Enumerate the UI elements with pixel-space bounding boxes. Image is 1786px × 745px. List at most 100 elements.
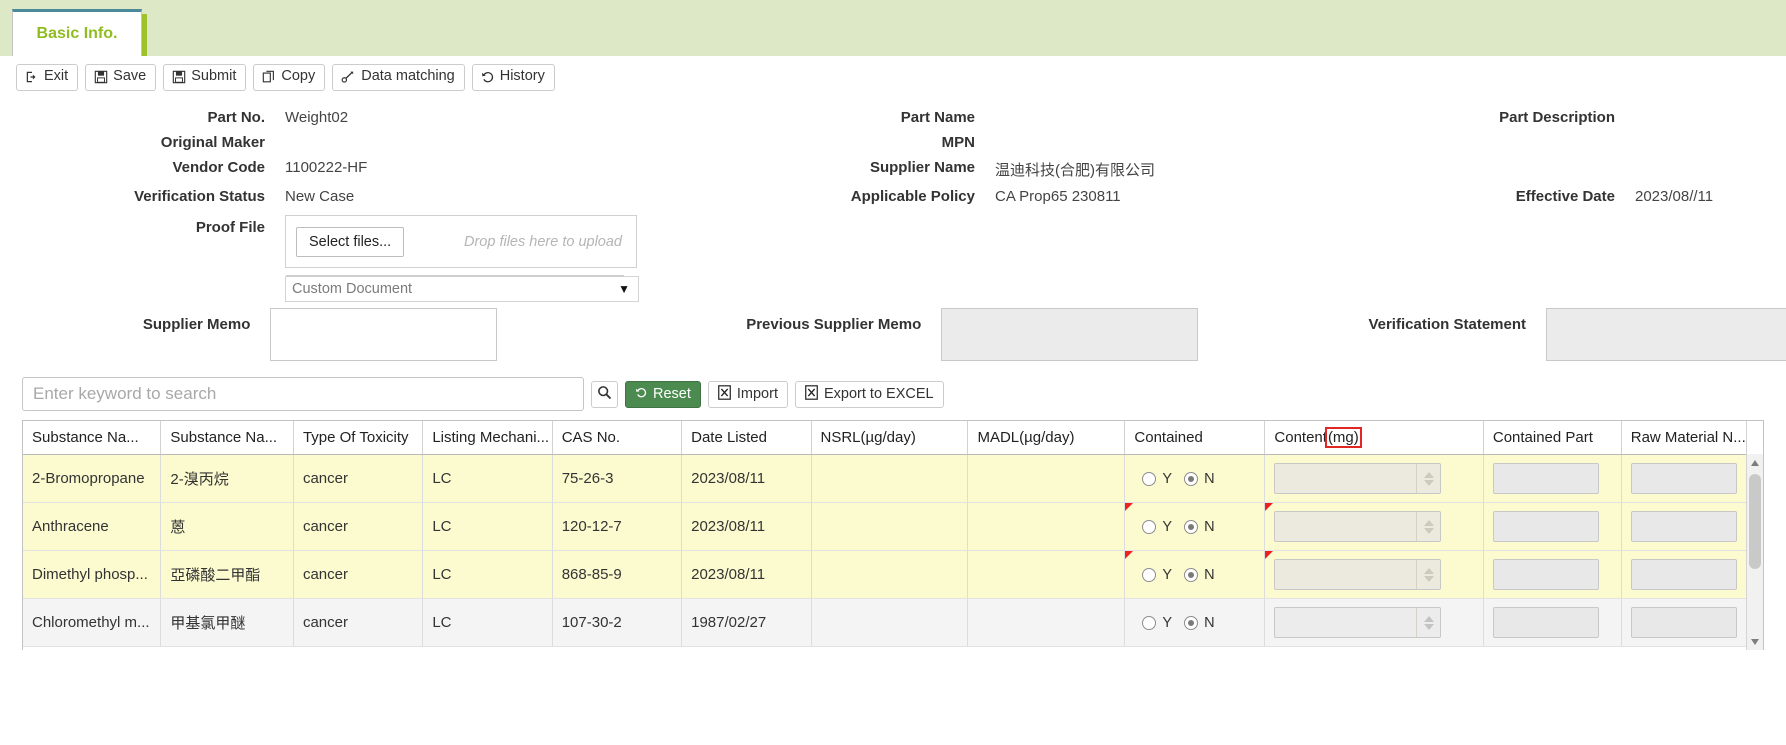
- cell-content[interactable]: [1264, 550, 1484, 599]
- content-stepper[interactable]: [1274, 607, 1442, 638]
- contained-radio-group[interactable]: Y N: [1134, 567, 1263, 583]
- import-button[interactable]: Import: [707, 380, 788, 408]
- col-substance-name-en[interactable]: Substance Na...: [23, 421, 162, 455]
- stepper-up-icon[interactable]: [1423, 615, 1434, 622]
- content-stepper[interactable]: [1274, 559, 1442, 590]
- col-contained-part[interactable]: Contained Part: [1483, 421, 1622, 455]
- search-button[interactable]: [591, 380, 618, 408]
- col-nsrl[interactable]: NSRL(µg/day): [811, 421, 969, 455]
- content-stepper[interactable]: [1274, 511, 1442, 542]
- cell-substance-cn: 亞磷酸二甲酯: [160, 550, 294, 599]
- contained-radio-group[interactable]: Y N: [1134, 615, 1263, 631]
- scrollbar-thumb[interactable]: [1749, 474, 1761, 569]
- contained-part-input[interactable]: [1492, 463, 1599, 494]
- submit-button[interactable]: Submit: [163, 64, 247, 91]
- content-input[interactable]: [1275, 512, 1416, 541]
- content-stepper-arrows[interactable]: [1416, 560, 1440, 589]
- table-row[interactable]: Anthracene 蒽 cancer LC 120-12-7 2023/08/…: [23, 502, 1763, 551]
- stepper-up-icon[interactable]: [1423, 519, 1434, 526]
- cell-nsrl: [811, 502, 969, 551]
- chevron-up-icon: [1751, 459, 1759, 466]
- content-stepper[interactable]: [1274, 463, 1442, 494]
- col-substance-name-cn[interactable]: Substance Na...: [160, 421, 294, 455]
- supplier-memo-input[interactable]: [270, 308, 498, 361]
- content-input[interactable]: [1275, 560, 1416, 589]
- col-listing-mechanism[interactable]: Listing Mechani...: [422, 421, 553, 455]
- cell-contained-part[interactable]: [1483, 550, 1622, 599]
- exit-button[interactable]: Exit: [16, 64, 79, 91]
- tab-basic-info[interactable]: Basic Info.: [12, 9, 142, 56]
- history-button[interactable]: History: [471, 64, 555, 91]
- cell-raw-material[interactable]: [1621, 454, 1747, 503]
- col-type-of-toxicity[interactable]: Type Of Toxicity: [293, 421, 424, 455]
- cell-contained-part[interactable]: [1483, 502, 1622, 551]
- tab-basic-info-label: Basic Info.: [36, 25, 118, 42]
- stepper-down-icon[interactable]: [1423, 575, 1434, 582]
- cell-raw-material[interactable]: [1621, 550, 1747, 599]
- raw-material-input[interactable]: [1630, 463, 1737, 494]
- stepper-up-icon[interactable]: [1423, 471, 1434, 478]
- cell-raw-material[interactable]: [1621, 598, 1747, 647]
- file-dropzone[interactable]: Select files... Drop files here to uploa…: [285, 215, 637, 268]
- cell-content[interactable]: [1264, 598, 1484, 647]
- contained-radio-yes[interactable]: [1142, 567, 1157, 582]
- col-date-listed[interactable]: Date Listed: [681, 421, 812, 455]
- supplier-memo-label: Supplier Memo: [142, 316, 251, 333]
- copy-button[interactable]: Copy: [253, 64, 326, 91]
- content-input[interactable]: [1275, 608, 1416, 637]
- raw-material-input[interactable]: [1630, 559, 1737, 590]
- col-contained[interactable]: Contained: [1124, 421, 1266, 455]
- document-type-select[interactable]: Custom Document ▼: [285, 275, 639, 302]
- contained-radio-yes[interactable]: [1142, 519, 1157, 534]
- contained-radio-yes[interactable]: [1142, 615, 1157, 630]
- stepper-down-icon[interactable]: [1423, 527, 1434, 534]
- contained-radio-group[interactable]: Y N: [1134, 471, 1263, 487]
- scroll-up-button[interactable]: [1747, 454, 1763, 471]
- save-button[interactable]: Save: [85, 64, 157, 91]
- stepper-down-icon[interactable]: [1423, 623, 1434, 630]
- contained-radio-group[interactable]: Y N: [1134, 519, 1263, 535]
- content-unit-highlight: (mg): [1324, 427, 1362, 448]
- contained-part-input[interactable]: [1492, 559, 1599, 590]
- reset-button[interactable]: Reset: [625, 380, 701, 408]
- content-stepper-arrows[interactable]: [1416, 512, 1440, 541]
- cell-contained[interactable]: Y N: [1124, 598, 1266, 647]
- contained-radio-no[interactable]: [1184, 471, 1199, 486]
- cell-contained-part[interactable]: [1483, 598, 1622, 647]
- cell-contained[interactable]: Y N: [1124, 502, 1266, 551]
- col-raw-material-name[interactable]: Raw Material N...: [1621, 421, 1747, 455]
- cell-contained-part[interactable]: [1483, 454, 1622, 503]
- contained-radio-yes[interactable]: [1142, 471, 1157, 486]
- export-excel-button[interactable]: Export to EXCEL: [794, 380, 944, 408]
- cell-contained[interactable]: Y N: [1124, 550, 1266, 599]
- contained-radio-no[interactable]: [1184, 615, 1199, 630]
- raw-material-input[interactable]: [1630, 511, 1737, 542]
- table-row[interactable]: Chloromethyl m... 甲基氯甲醚 cancer LC 107-30…: [23, 598, 1763, 647]
- col-madl[interactable]: MADL(µg/day): [967, 421, 1126, 455]
- cell-contained[interactable]: Y N: [1124, 454, 1266, 503]
- save-label: Save: [113, 68, 147, 85]
- stepper-up-icon[interactable]: [1423, 567, 1434, 574]
- raw-material-input[interactable]: [1630, 607, 1737, 638]
- data-matching-button[interactable]: Data matching: [332, 64, 465, 91]
- contained-radio-no[interactable]: [1184, 519, 1199, 534]
- content-stepper-arrows[interactable]: [1416, 464, 1440, 493]
- cell-content[interactable]: [1264, 454, 1484, 503]
- content-input[interactable]: [1275, 464, 1416, 493]
- table-row[interactable]: Dimethyl phosp... 亞磷酸二甲酯 cancer LC 868-8…: [23, 550, 1763, 599]
- col-content[interactable]: Content(mg): [1264, 421, 1484, 455]
- contained-part-input[interactable]: [1492, 607, 1599, 638]
- cell-raw-material[interactable]: [1621, 502, 1747, 551]
- select-files-button[interactable]: Select files...: [296, 226, 405, 257]
- cell-content[interactable]: [1264, 502, 1484, 551]
- stepper-down-icon[interactable]: [1423, 479, 1434, 486]
- content-stepper-arrows[interactable]: [1416, 608, 1440, 637]
- scroll-down-button[interactable]: [1747, 633, 1763, 650]
- table-row[interactable]: 2-Bromopropane 2-溴丙烷 cancer LC 75-26-3 2…: [23, 454, 1763, 503]
- contained-part-input[interactable]: [1492, 511, 1599, 542]
- grid-vertical-scrollbar[interactable]: [1746, 454, 1763, 650]
- search-input[interactable]: [22, 377, 584, 411]
- part-no-label: Part No.: [207, 109, 265, 126]
- col-cas-no[interactable]: CAS No.: [552, 421, 683, 455]
- contained-radio-no[interactable]: [1184, 567, 1199, 582]
